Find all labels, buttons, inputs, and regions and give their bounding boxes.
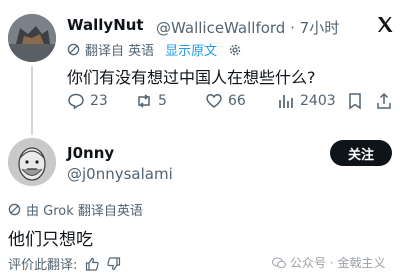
avatar-j0nny[interactable]: [8, 138, 56, 186]
reply-text: 他们只想吃: [8, 230, 93, 250]
views-icon: [277, 92, 295, 110]
repost-icon: [135, 92, 153, 110]
heart-icon: [205, 92, 223, 110]
views-button[interactable]: 2403: [277, 92, 336, 110]
like-button[interactable]: 66: [205, 92, 246, 110]
thumbs-up-icon[interactable]: [85, 257, 100, 271]
time-separator: ·: [290, 19, 295, 37]
reply-author-name[interactable]: J0nny: [67, 144, 114, 162]
repost-count: 5: [158, 93, 167, 109]
bookmark-icon: [347, 92, 363, 110]
tweet-actions: 23 5 66 2403: [67, 90, 393, 114]
close-icon[interactable]: [376, 16, 394, 34]
reply-author-handle[interactable]: @j0nnysalami: [67, 165, 173, 183]
author-name[interactable]: WallyNut: [67, 16, 144, 34]
grok-translation-note: 由 Grok 翻译自英语: [8, 200, 143, 219]
share-button[interactable]: [375, 92, 393, 110]
repost-button[interactable]: 5: [135, 92, 167, 110]
watermark-text: 公众号 · 金戟主义: [290, 256, 386, 270]
show-original-link[interactable]: 显示原文: [165, 40, 217, 59]
reply-count: 23: [90, 93, 108, 109]
like-count: 66: [228, 93, 246, 109]
reply-button[interactable]: 23: [67, 92, 108, 110]
rate-translation: 评价此翻译:: [8, 254, 121, 273]
thread-line: [31, 66, 33, 135]
gear-icon[interactable]: [228, 43, 242, 57]
translate-icon: [8, 203, 21, 216]
share-icon: [375, 92, 393, 110]
author-handle[interactable]: @WalliceWallford: [156, 19, 285, 37]
rate-label: 评价此翻译:: [8, 258, 78, 273]
views-count: 2403: [300, 93, 336, 109]
avatar-wallynut[interactable]: [8, 14, 56, 62]
thumbs-down-icon[interactable]: [107, 256, 121, 271]
wechat-icon: [272, 257, 286, 269]
follow-button[interactable]: 关注: [330, 140, 392, 166]
author-handle-time: @WalliceWallford · 7小时: [156, 17, 339, 38]
translation-note: 翻译自 英语 显示原文: [67, 40, 242, 59]
grok-translated-label: 由 Grok 翻译自英语: [26, 204, 143, 219]
translate-icon: [67, 43, 80, 56]
translated-label: 翻译自 英语: [85, 44, 155, 59]
bookmark-button[interactable]: [347, 92, 363, 110]
tweet-time[interactable]: 7小时: [300, 19, 340, 37]
tweet-text: 你们有没有想过中国人在想些什么?: [67, 68, 316, 87]
reply-icon: [67, 92, 85, 110]
watermark: 公众号 · 金戟主义: [272, 254, 385, 271]
